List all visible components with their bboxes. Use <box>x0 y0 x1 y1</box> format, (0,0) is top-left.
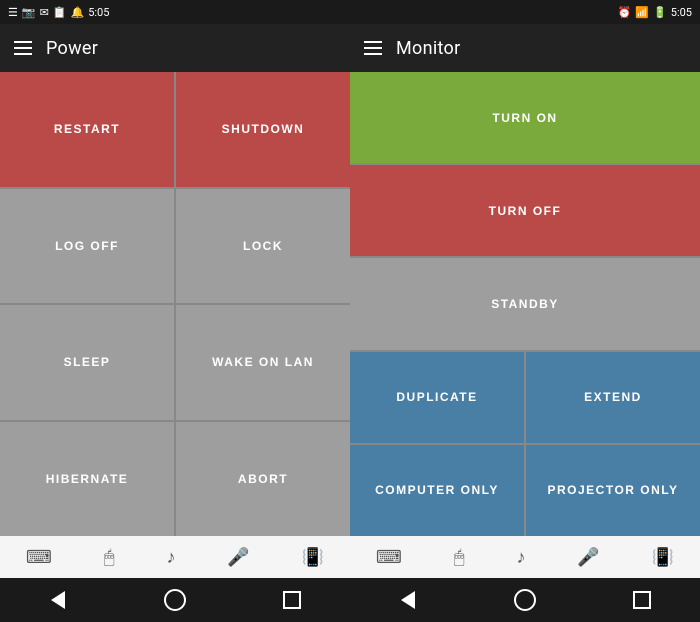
home-button[interactable] <box>155 585 195 615</box>
power-menu-icon[interactable] <box>14 41 32 55</box>
keyboard-icon-2[interactable]: ⌨ <box>376 547 402 568</box>
recents-button-2[interactable] <box>622 585 662 615</box>
power-grid: RESTART SHUTDOWN LOG OFF LOCK SLEEP WAKE… <box>0 72 350 536</box>
extend-button[interactable]: EXTEND <box>526 352 700 443</box>
vibrate-icon-2[interactable]: 📳 <box>652 547 674 568</box>
status-icon-alarm: ⏰ <box>618 6 632 19</box>
microphone-icon[interactable]: 🎤 <box>227 547 249 568</box>
status-icon-bell: 🔔 <box>71 6 85 19</box>
status-icon-battery: 🔋 <box>653 6 667 19</box>
back-button[interactable] <box>38 585 78 615</box>
monitor-header: Monitor <box>350 24 700 72</box>
home-button-2[interactable] <box>505 585 545 615</box>
status-icon-menu: ☰ <box>8 6 18 19</box>
nav-bar <box>0 578 700 622</box>
monitor-title: Monitor <box>396 38 460 59</box>
monitor-menu-icon[interactable] <box>364 41 382 55</box>
projector-only-button[interactable]: PROJECTOR ONLY <box>526 445 700 536</box>
monitor-grid: TURN ON TURN OFF STANDBY DUPLICATE EXTEN… <box>350 72 700 536</box>
abort-button[interactable]: ABORT <box>176 422 350 537</box>
turn-off-button[interactable]: TURN OFF <box>350 165 700 256</box>
wake-on-lan-button[interactable]: WAKE ON LAN <box>176 305 350 420</box>
status-icon-instagram: 📷 <box>22 6 36 19</box>
shutdown-button[interactable]: SHUTDOWN <box>176 72 350 187</box>
monitor-panel: Monitor TURN ON TURN OFF STANDBY DUPLICA… <box>350 24 700 578</box>
vibrate-icon[interactable]: 📳 <box>302 547 324 568</box>
sleep-button[interactable]: SLEEP <box>0 305 174 420</box>
recents-button[interactable] <box>272 585 312 615</box>
monitor-toolbar: ⌨ 🖱 ♪ 🎤 📳 <box>350 536 700 578</box>
status-icon-clipboard: 📋 <box>53 6 67 19</box>
status-left: ☰ 📷 ✉ 📋 🔔 5:05 <box>8 6 316 19</box>
status-right: ⏰ 📶 🔋 5:05 <box>384 6 692 19</box>
logoff-button[interactable]: LOG OFF <box>0 189 174 304</box>
status-time-right: 5:05 <box>671 6 692 19</box>
duplicate-button[interactable]: DUPLICATE <box>350 352 524 443</box>
main-panels: Power RESTART SHUTDOWN LOG OFF LOCK SLEE… <box>0 24 700 578</box>
mouse-icon-2[interactable]: 🖱 <box>454 547 465 568</box>
mouse-icon[interactable]: 🖱 <box>104 547 115 568</box>
computer-only-button[interactable]: COMPUTER ONLY <box>350 445 524 536</box>
lock-button[interactable]: LOCK <box>176 189 350 304</box>
power-toolbar: ⌨ 🖱 ♪ 🎤 📳 <box>0 536 350 578</box>
power-title: Power <box>46 38 98 59</box>
music-icon-2[interactable]: ♪ <box>516 547 525 568</box>
microphone-icon-2[interactable]: 🎤 <box>577 547 599 568</box>
music-icon[interactable]: ♪ <box>166 547 175 568</box>
power-header: Power <box>0 24 350 72</box>
status-time-left: 5:05 <box>88 6 109 19</box>
standby-button[interactable]: STANDBY <box>350 258 700 349</box>
status-icon-wifi: 📶 <box>635 6 649 19</box>
back-button-2[interactable] <box>388 585 428 615</box>
turn-on-button[interactable]: TURN ON <box>350 72 700 163</box>
restart-button[interactable]: RESTART <box>0 72 174 187</box>
status-bar: ☰ 📷 ✉ 📋 🔔 5:05 ⏰ 📶 🔋 5:05 <box>0 0 700 24</box>
hibernate-button[interactable]: HIBERNATE <box>0 422 174 537</box>
keyboard-icon[interactable]: ⌨ <box>26 547 52 568</box>
status-icon-gmail: ✉ <box>40 6 49 19</box>
power-panel: Power RESTART SHUTDOWN LOG OFF LOCK SLEE… <box>0 24 350 578</box>
